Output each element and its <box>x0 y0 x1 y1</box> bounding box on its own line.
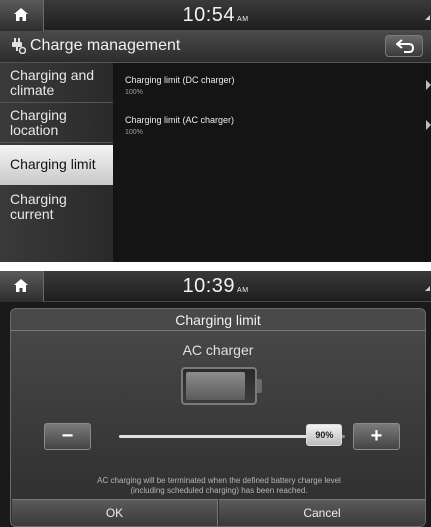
increase-button[interactable]: + <box>353 423 400 450</box>
clock-ampm: AM <box>237 16 249 23</box>
info-note-line: (including scheduled charging) has been … <box>130 486 308 495</box>
sidebar-item-label: Charging limit <box>10 156 96 172</box>
status-bar: 10:54 AM <box>0 0 431 31</box>
decrease-button[interactable]: − <box>44 423 91 450</box>
sidebar: Charging and climate Charging location C… <box>0 63 113 262</box>
slider-handle[interactable]: 90% <box>306 424 343 446</box>
list-item-ac-charging-limit[interactable]: Charging limit (AC charger) 100% <box>113 108 431 144</box>
sidebar-item-label: Charging and climate <box>10 67 95 98</box>
sidebar-item-label: Charging current <box>10 191 67 222</box>
sidebar-item-charging-limit[interactable]: Charging limit <box>0 145 113 185</box>
title-bar: Charge management <box>0 31 431 63</box>
minus-icon: − <box>61 425 74 447</box>
list-item-dc-charging-limit[interactable]: Charging limit (DC charger) 100% <box>113 68 431 104</box>
charging-limit-dialog: Charging limit AC charger − 90% + AC cha… <box>10 308 426 527</box>
info-note: AC charging will be terminated when the … <box>31 476 407 496</box>
page-title: Charge management <box>30 37 181 54</box>
slider-value: 90% <box>315 430 334 440</box>
clock-time: 10:39 <box>182 275 236 297</box>
clock-time: 10:54 <box>182 4 236 26</box>
ok-button[interactable]: OK <box>12 499 218 526</box>
charge-management-screen: 10:54 AM Charge management Charging and c… <box>0 0 431 262</box>
chevron-right-icon <box>426 120 431 130</box>
info-note-line: AC charging will be terminated when the … <box>97 476 341 485</box>
chevron-right-icon <box>426 80 431 90</box>
charging-limit-screen: 10:39 AM Charging limit AC charger − 90% … <box>0 271 431 527</box>
clock-ampm: AM <box>237 287 249 294</box>
back-button[interactable] <box>385 35 423 57</box>
list-item-title: Charging limit (DC charger) <box>125 75 235 85</box>
clock: 10:39 AM <box>0 275 431 298</box>
dialog-title: Charging limit <box>11 309 425 331</box>
battery-tip <box>257 379 262 393</box>
sidebar-item-label: Charging location <box>10 107 67 138</box>
status-bar: 10:39 AM <box>0 271 431 302</box>
cancel-button[interactable]: Cancel <box>219 499 425 526</box>
battery-level-fill <box>186 372 246 400</box>
sidebar-item-charging-current[interactable]: Charging current <box>0 187 113 227</box>
charger-type-label: AC charger <box>182 342 254 358</box>
back-arrow-icon <box>396 39 414 53</box>
sidebar-item-charging-location[interactable]: Charging location <box>0 103 113 143</box>
slider-fill <box>119 435 323 438</box>
signal-icon <box>425 15 430 20</box>
signal-icon <box>425 286 430 291</box>
charge-settings-icon <box>12 38 26 54</box>
settings-list: Charging limit (DC charger) 100% Chargin… <box>113 63 431 262</box>
plus-icon: + <box>370 425 383 447</box>
list-item-title: Charging limit (AC charger) <box>125 115 235 125</box>
list-item-value: 100% <box>125 129 143 136</box>
clock: 10:54 AM <box>0 4 431 27</box>
sidebar-item-charging-and-climate[interactable]: Charging and climate <box>0 63 113 103</box>
list-item-value: 100% <box>125 89 143 96</box>
battery-icon <box>181 367 257 405</box>
